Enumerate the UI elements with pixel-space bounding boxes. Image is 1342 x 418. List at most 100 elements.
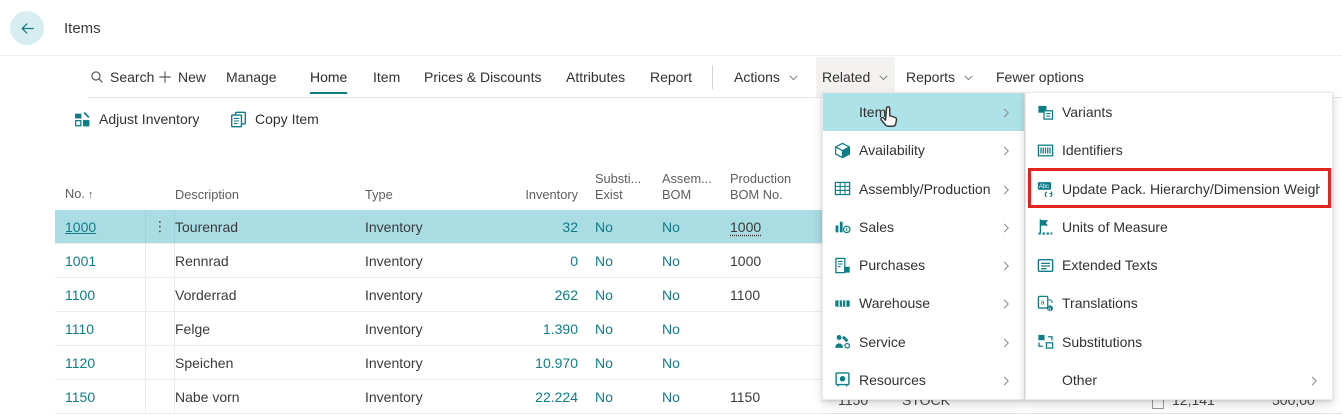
item-no-link[interactable]: 1001 [55, 253, 145, 269]
item-type[interactable]: Inventory [365, 253, 490, 269]
back-button[interactable] [10, 11, 44, 45]
menu-item-assembly-production[interactable]: Assembly/Production [823, 170, 1024, 208]
menu-item-variants[interactable]: Variants [1026, 93, 1332, 131]
column-header-description[interactable]: Description [175, 187, 365, 203]
item-type[interactable]: Inventory [365, 219, 490, 235]
item-assembly-bom[interactable]: No [662, 321, 730, 337]
item-substitutions-exist[interactable]: No [595, 287, 662, 303]
related-menu-button[interactable]: Related [816, 57, 895, 97]
item-no-link[interactable]: 1150 [55, 389, 145, 405]
table-row[interactable]: 1110 Felge Inventory 1.390 No No [55, 312, 822, 346]
item-production-bom-no[interactable]: 1000 [730, 219, 812, 235]
item-inventory[interactable]: 10.970 [490, 355, 578, 371]
adjust-inventory-button[interactable]: Adjust Inventory [74, 98, 199, 140]
item-no-link[interactable]: 1100 [55, 287, 145, 303]
menu-item-sales[interactable]: Sales [823, 208, 1024, 246]
row-ellipsis-menu[interactable]: ⋮ [145, 210, 175, 243]
item-description[interactable]: Vorderrad [175, 287, 365, 303]
item-substitutions-exist[interactable]: No [595, 253, 662, 269]
tab-attributes[interactable]: Attributes [560, 57, 631, 97]
page-title: Items [64, 20, 101, 37]
column-header-inventory[interactable]: Inventory [490, 187, 578, 203]
item-production-bom-no[interactable]: 1150 [730, 389, 812, 405]
fewer-options-button[interactable]: Fewer options [990, 57, 1090, 97]
item-no-link[interactable]: 1000 [55, 219, 145, 235]
item-no-link[interactable]: 1120 [55, 355, 145, 371]
item-assembly-bom[interactable]: No [662, 355, 730, 371]
item-production-bom-no[interactable]: 1100 [730, 287, 812, 303]
item-assembly-bom[interactable]: No [662, 287, 730, 303]
menu-item-purchases[interactable]: Purchases [823, 246, 1024, 284]
tab-home[interactable]: Home [304, 57, 353, 97]
item-inventory[interactable]: 32 [490, 219, 578, 235]
menu-item-substitutions[interactable]: Substitutions [1026, 323, 1332, 361]
item-type[interactable]: Inventory [365, 389, 490, 405]
new-button[interactable]: New [152, 57, 212, 97]
menu-item-label: Variants [1062, 104, 1320, 120]
menu-item-translations[interactable]: Translations [1026, 284, 1332, 322]
item-type[interactable]: Inventory [365, 321, 490, 337]
tab-report[interactable]: Report [644, 57, 698, 97]
variants-icon [1036, 103, 1054, 121]
item-description[interactable]: Nabe vorn [175, 389, 365, 405]
item-assembly-bom[interactable]: No [662, 253, 730, 269]
menu-item-service[interactable]: Service [823, 323, 1024, 361]
chevron-down-icon [788, 72, 799, 83]
column-header-production-bom-no[interactable]: Production BOM No. [730, 171, 812, 203]
menu-item-label: Availability [859, 142, 1000, 158]
item-substitutions-exist[interactable]: No [595, 321, 662, 337]
empty-icon-placeholder [833, 103, 851, 121]
item-assembly-bom[interactable]: No [662, 219, 730, 235]
menu-item-warehouse[interactable]: Warehouse [823, 284, 1024, 322]
item-inventory[interactable]: 0 [490, 253, 578, 269]
column-header-no[interactable]: No.↑ [55, 186, 145, 203]
tab-prices-discounts[interactable]: Prices & Discounts [418, 57, 547, 97]
column-header-substitutions-exist[interactable]: Substi... Exist [595, 171, 662, 203]
menu-item-item[interactable]: Item [823, 93, 1024, 131]
assembly-production-icon [833, 180, 851, 198]
item-description[interactable]: Speichen [175, 355, 365, 371]
menu-item-identifiers[interactable]: Identifiers [1026, 131, 1332, 169]
menu-item-other[interactable]: Other [1026, 361, 1332, 399]
item-inventory[interactable]: 262 [490, 287, 578, 303]
column-header-assembly-bom[interactable]: Assem... BOM [662, 171, 730, 203]
menu-item-extended-texts[interactable]: Extended Texts [1026, 246, 1332, 284]
menu-item-units-of-measure[interactable]: Units of Measure [1026, 208, 1332, 246]
row-ellipsis-spacer [145, 380, 175, 413]
table-row[interactable]: 1150 Nabe vorn Inventory 22.224 No No 11… [55, 380, 822, 414]
menu-item-label: Sales [859, 219, 1000, 235]
actions-menu-button[interactable]: Actions [728, 57, 805, 97]
copy-item-button[interactable]: Copy Item [230, 98, 319, 140]
item-substitutions-exist[interactable]: No [595, 219, 662, 235]
copy-item-label: Copy Item [255, 111, 319, 127]
tab-item[interactable]: Item [367, 57, 406, 97]
item-type[interactable]: Inventory [365, 355, 490, 371]
menu-item-resources[interactable]: Resources [823, 361, 1024, 399]
substitutions-header-line2: Exist [595, 187, 623, 202]
table-row[interactable]: 1000 ⋮ Tourenrad Inventory 32 No No 1000 [55, 210, 822, 244]
search-button[interactable]: Search [84, 57, 160, 97]
reports-menu-button[interactable]: Reports [900, 57, 980, 97]
item-no-link[interactable]: 1110 [55, 321, 145, 337]
row-ellipsis-spacer [145, 278, 175, 311]
chevron-right-icon [1308, 374, 1320, 386]
item-inventory[interactable]: 1.390 [490, 321, 578, 337]
item-inventory[interactable]: 22.224 [490, 389, 578, 405]
item-production-bom-no[interactable]: 1000 [730, 253, 812, 269]
item-substitutions-exist[interactable]: No [595, 389, 662, 405]
item-description[interactable]: Tourenrad [175, 219, 365, 235]
column-header-type[interactable]: Type [365, 187, 490, 203]
menu-item-availability[interactable]: Availability [823, 131, 1024, 169]
command-bar: Search New Manage Home Item Prices & Dis… [0, 57, 1342, 97]
item-description[interactable]: Felge [175, 321, 365, 337]
manage-button[interactable]: Manage [220, 57, 283, 97]
item-substitutions-exist[interactable]: No [595, 355, 662, 371]
table-row[interactable]: 1100 Vorderrad Inventory 262 No No 1100 [55, 278, 822, 312]
item-description[interactable]: Rennrad [175, 253, 365, 269]
menu-item-update-pack-hierarchy-dimension-weight[interactable]: Update Pack. Hierarchy/Dimension Weight [1026, 170, 1332, 208]
table-row[interactable]: 1120 Speichen Inventory 10.970 No No [55, 346, 822, 380]
item-assembly-bom[interactable]: No [662, 389, 730, 405]
table-row[interactable]: 1001 Rennrad Inventory 0 No No 1000 [55, 244, 822, 278]
covered-cell-fragment: STOCK [902, 399, 950, 414]
item-type[interactable]: Inventory [365, 287, 490, 303]
